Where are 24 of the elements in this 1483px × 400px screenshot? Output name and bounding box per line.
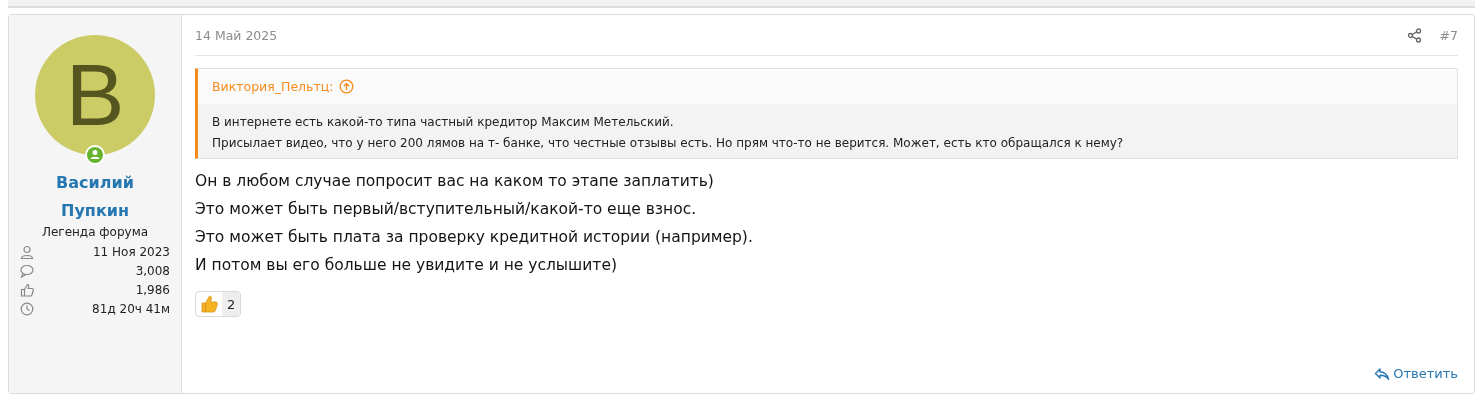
user-avatar[interactable]: B xyxy=(35,35,155,155)
share-icon[interactable] xyxy=(1406,27,1422,43)
user-title: Легенда форума xyxy=(41,225,149,239)
quote-text: Присылает видео, что у него 200 лямов на т- банке, что честные отзывы есть. Но прям что-то не верится. Может, есть кто обращался к нему? xyxy=(212,135,1125,152)
quote-text: В интернете есть какой-то типа частный кредитор Максим Метельский. xyxy=(212,114,675,131)
stat-value: 11 Ноя 2023 xyxy=(92,245,170,259)
quote-author[interactable]: Виктория_Пельтц: xyxy=(212,79,334,94)
reaction-button[interactable]: 2 xyxy=(195,291,242,317)
reply-link[interactable]: Ответить xyxy=(1374,366,1458,381)
post-number-link[interactable]: #7 xyxy=(1439,27,1458,43)
speech-bubble-icon xyxy=(20,264,34,278)
stat-value: 1,986 xyxy=(135,283,170,297)
stat-value: 81д 20ч 41м xyxy=(92,302,170,316)
message-text: И потом вы его больше не увидите и не услышите) xyxy=(195,255,618,276)
user-icon xyxy=(20,245,34,259)
clock-icon xyxy=(20,302,34,316)
post-date[interactable]: 14 Май 2025 xyxy=(195,27,278,43)
message-text: Это может быть плата за проверку кредитной истории (например). xyxy=(195,227,754,248)
thumbs-up-icon xyxy=(20,283,34,297)
message-text: Это может быть первый/вступительный/какой-то еще взнос. xyxy=(195,199,698,220)
username-link[interactable]: Василий Пупкин xyxy=(45,169,145,225)
message-text: Он в любом случае попросит вас на каком то этапе заплатить) xyxy=(195,171,715,192)
stat-value: 3,008 xyxy=(135,264,170,278)
reply-icon xyxy=(1374,366,1391,381)
